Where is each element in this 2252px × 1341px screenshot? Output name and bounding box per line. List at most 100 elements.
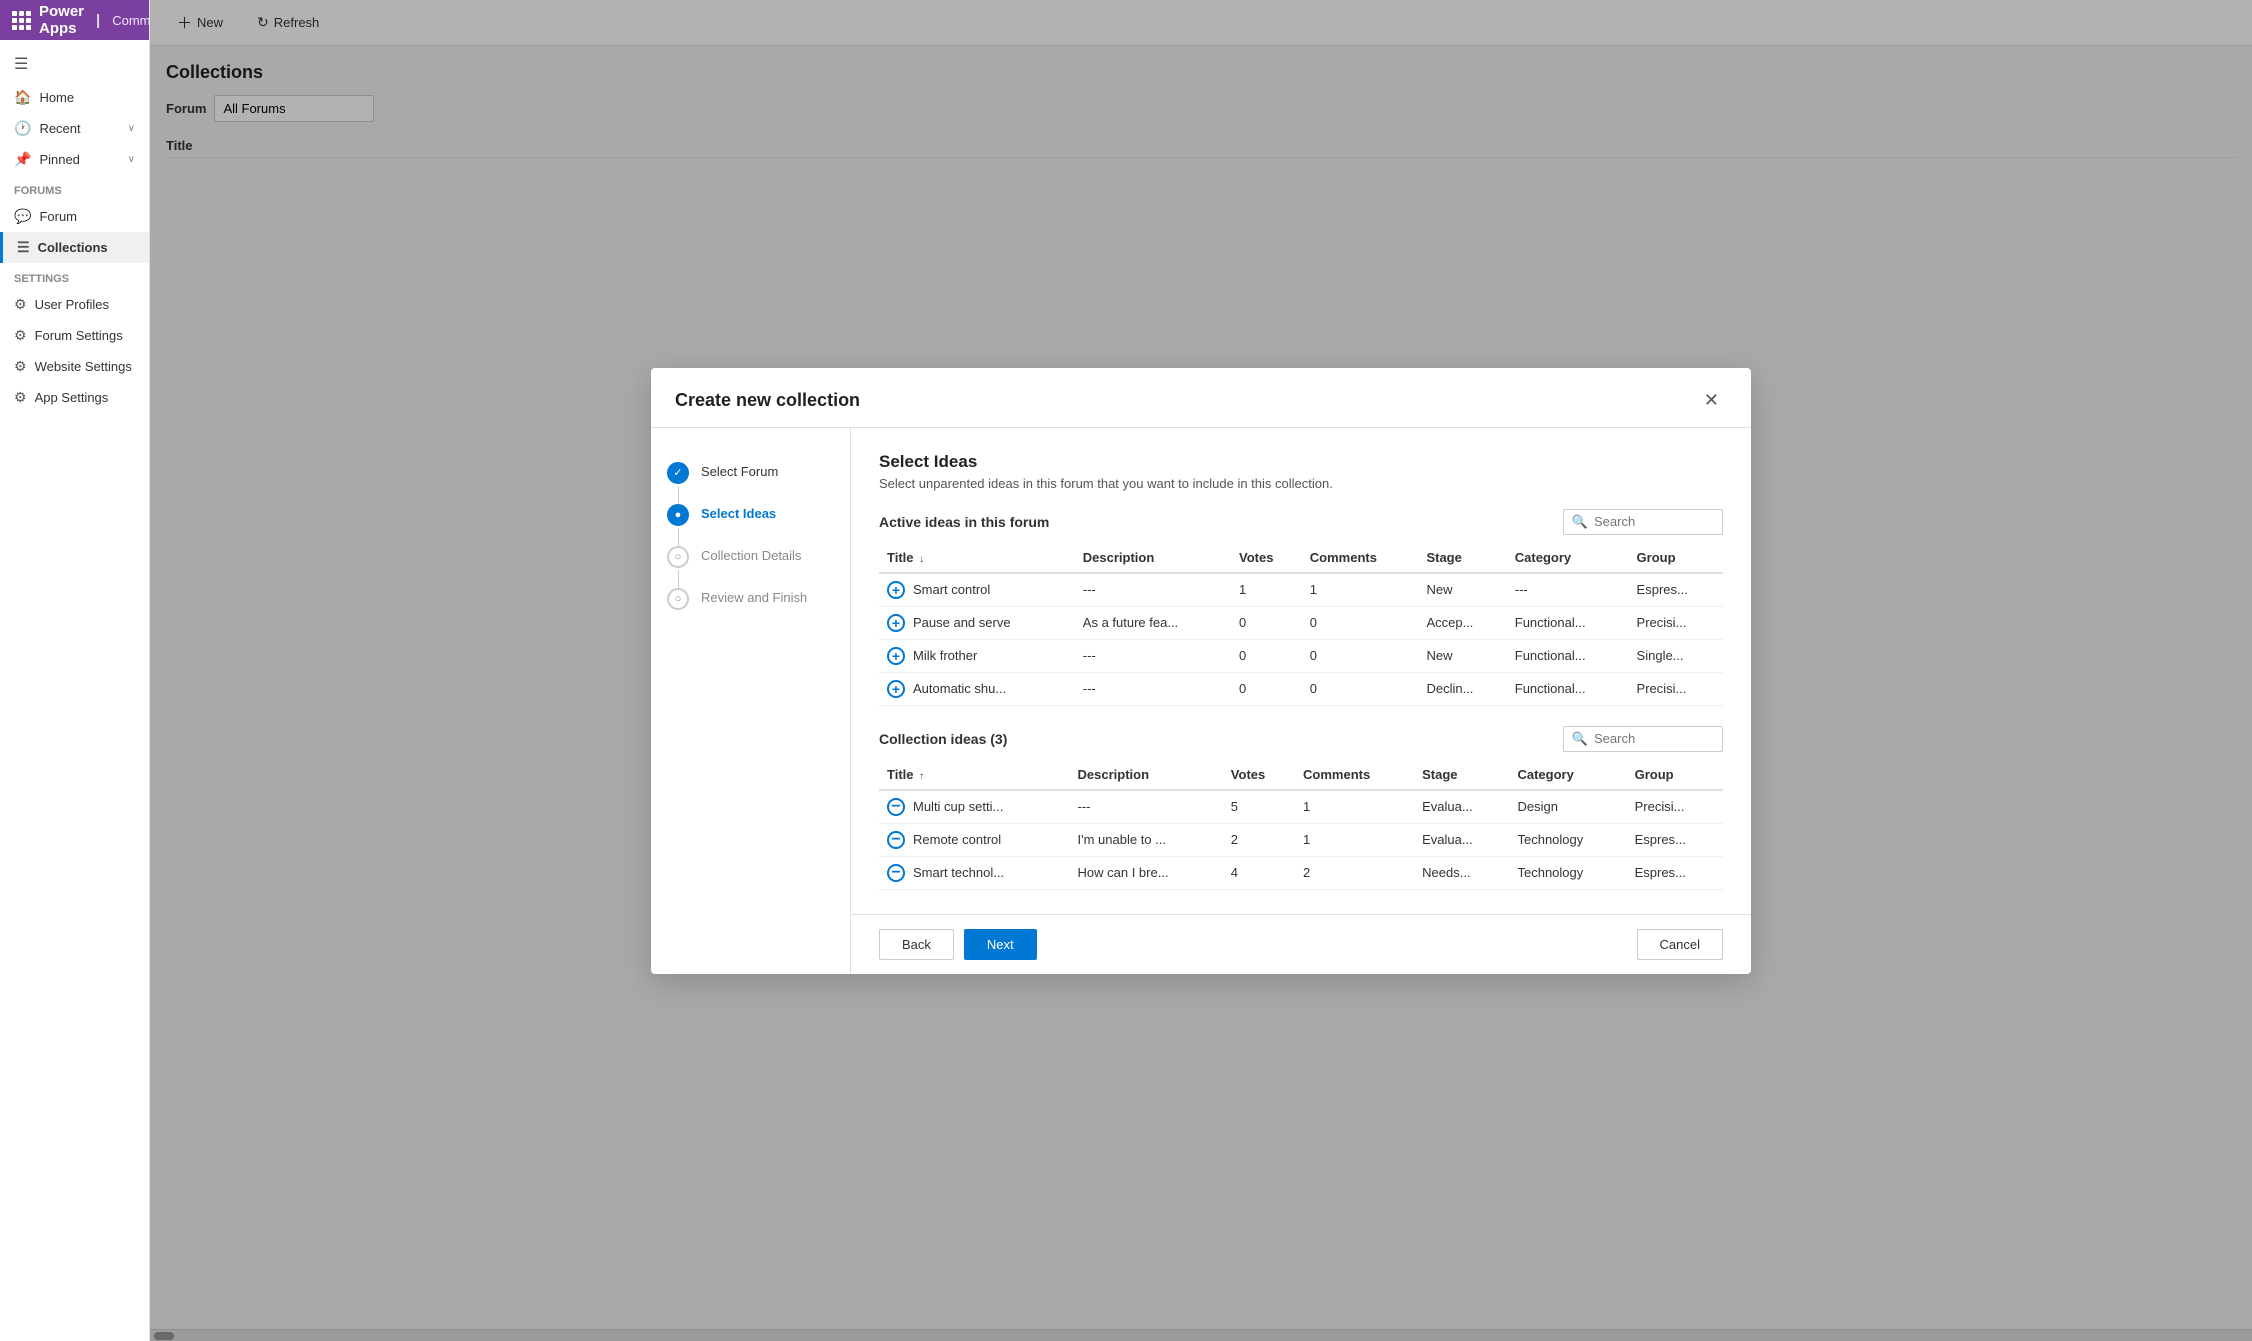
collection-idea-stage: Needs... — [1414, 856, 1509, 889]
active-idea-title-cell: + Automatic shu... — [879, 672, 1075, 705]
active-idea-title: Automatic shu... — [913, 681, 1006, 696]
forum-icon: 💬 — [14, 208, 31, 225]
step-collection-details: ○ Collection Details — [667, 536, 834, 578]
collection-title-sort-icon: ↑ — [919, 771, 924, 782]
collection-idea-title: Multi cup setti... — [913, 799, 1003, 814]
sidebar-item-recent-label: Recent — [39, 121, 80, 136]
collection-ideas-search-box[interactable]: 🔍 — [1563, 726, 1723, 752]
footer-left: Back Next — [879, 929, 1037, 960]
add-idea-icon[interactable]: + — [887, 680, 905, 698]
active-idea-votes: 0 — [1231, 672, 1302, 705]
sidebar-menu-toggle[interactable]: ☰ — [0, 46, 149, 82]
sidebar-item-pinned[interactable]: 📌 Pinned ∨ — [0, 144, 149, 175]
sidebar-item-forum[interactable]: 💬 Forum — [0, 201, 149, 232]
collection-ideas-label: Collection ideas (3) — [879, 731, 1007, 747]
active-idea-comments: 1 — [1302, 573, 1419, 607]
sidebar-item-app-settings[interactable]: ⚙ App Settings — [0, 382, 149, 413]
forum-settings-icon: ⚙ — [14, 327, 27, 344]
collection-idea-category: Technology — [1509, 823, 1626, 856]
collection-idea-row[interactable]: − Remote control I'm unable to ... 2 1 E… — [879, 823, 1723, 856]
step-details-circle: ○ — [667, 546, 689, 568]
step-forum-circle: ✓ — [667, 462, 689, 484]
section-divider — [879, 706, 1723, 726]
collection-idea-row[interactable]: − Multi cup setti... --- 5 1 Evalua... D… — [879, 790, 1723, 824]
active-ideas-header: Active ideas in this forum 🔍 — [879, 509, 1723, 535]
remove-idea-icon[interactable]: − — [887, 798, 905, 816]
user-profiles-icon: ⚙ — [14, 296, 27, 313]
remove-idea-icon[interactable]: − — [887, 864, 905, 882]
step-ideas-circle: ● — [667, 504, 689, 526]
add-idea-icon[interactable]: + — [887, 647, 905, 665]
collections-icon: ☰ — [17, 239, 30, 256]
sidebar-item-website-settings-label: Website Settings — [35, 359, 132, 374]
content-section-title: Select Ideas — [879, 452, 1723, 472]
sidebar-item-home-label: Home — [39, 90, 74, 105]
collection-ideas-header: Collection ideas (3) 🔍 — [879, 726, 1723, 752]
collection-idea-stage: Evalua... — [1414, 823, 1509, 856]
collection-table-header-row: Title ↑ Description Votes Comments Stage… — [879, 760, 1723, 790]
website-settings-icon: ⚙ — [14, 358, 27, 375]
active-ideas-label: Active ideas in this forum — [879, 514, 1049, 530]
active-idea-row[interactable]: + Pause and serve As a future fea... 0 0… — [879, 606, 1723, 639]
active-idea-title: Pause and serve — [913, 615, 1011, 630]
step-forum-label: Select Forum — [701, 462, 778, 479]
step-select-forum: ✓ Select Forum — [667, 452, 834, 494]
pinned-chevron-icon: ∨ — [128, 154, 135, 165]
active-idea-description: --- — [1075, 573, 1231, 607]
active-idea-comments: 0 — [1302, 639, 1419, 672]
active-idea-row[interactable]: + Automatic shu... --- 0 0 Declin... Fun… — [879, 672, 1723, 705]
collection-idea-category: Design — [1509, 790, 1626, 824]
add-idea-icon[interactable]: + — [887, 581, 905, 599]
modal-header: Create new collection ✕ — [651, 368, 1751, 428]
step-details-label: Collection Details — [701, 546, 801, 563]
active-idea-stage: Declin... — [1418, 672, 1506, 705]
collection-idea-row[interactable]: − Smart technol... How can I bre... 4 2 … — [879, 856, 1723, 889]
sidebar-item-app-settings-label: App Settings — [35, 390, 109, 405]
collection-idea-comments: 2 — [1295, 856, 1414, 889]
active-ideas-search-box[interactable]: 🔍 — [1563, 509, 1723, 535]
modal-close-button[interactable]: ✕ — [1696, 386, 1727, 415]
collection-idea-votes: 5 — [1223, 790, 1295, 824]
remove-idea-icon[interactable]: − — [887, 831, 905, 849]
sidebar-nav: ☰ 🏠 Home 🕐 Recent ∨ 📌 Pinned ∨ Forums 💬 … — [0, 40, 149, 1341]
collection-ideas-table: Title ↑ Description Votes Comments Stage… — [879, 760, 1723, 890]
active-idea-description: --- — [1075, 639, 1231, 672]
active-idea-row[interactable]: + Milk frother --- 0 0 New Functional...… — [879, 639, 1723, 672]
sidebar-item-recent[interactable]: 🕐 Recent ∨ — [0, 113, 149, 144]
active-idea-category: --- — [1507, 573, 1629, 607]
active-ideas-table: Title ↓ Description Votes Comments Stage… — [879, 543, 1723, 706]
main-area: ＋ New ↻ Refresh Collections Forum Title … — [150, 0, 2252, 1341]
content-section-subtitle: Select unparented ideas in this forum th… — [879, 476, 1723, 491]
collection-idea-title-cell: − Remote control — [879, 823, 1070, 856]
active-idea-category: Functional... — [1507, 672, 1629, 705]
collection-idea-title: Remote control — [913, 832, 1001, 847]
active-idea-category: Functional... — [1507, 606, 1629, 639]
sidebar-item-collections[interactable]: ☰ Collections — [0, 232, 149, 263]
active-idea-stage: New — [1418, 639, 1506, 672]
active-th-category: Category — [1507, 543, 1629, 573]
collection-ideas-search-input[interactable] — [1594, 731, 1714, 746]
active-ideas-search-input[interactable] — [1594, 514, 1714, 529]
next-button[interactable]: Next — [964, 929, 1037, 960]
app-settings-icon: ⚙ — [14, 389, 27, 406]
sidebar-item-website-settings[interactable]: ⚙ Website Settings — [0, 351, 149, 382]
step-review-label: Review and Finish — [701, 588, 807, 605]
sidebar-item-user-profiles[interactable]: ⚙ User Profiles — [0, 289, 149, 320]
collection-idea-description: --- — [1070, 790, 1223, 824]
collection-idea-votes: 4 — [1223, 856, 1295, 889]
active-idea-stage: New — [1418, 573, 1506, 607]
active-idea-row[interactable]: + Smart control --- 1 1 New --- Espres..… — [879, 573, 1723, 607]
collection-th-comments: Comments — [1295, 760, 1414, 790]
collection-idea-title-cell: − Smart technol... — [879, 856, 1070, 889]
collection-th-category: Category — [1509, 760, 1626, 790]
collection-idea-category: Technology — [1509, 856, 1626, 889]
collection-idea-comments: 1 — [1295, 823, 1414, 856]
add-idea-icon[interactable]: + — [887, 614, 905, 632]
sidebar-item-home[interactable]: 🏠 Home — [0, 82, 149, 113]
modal-footer: Back Next Cancel — [851, 914, 1751, 974]
cancel-button[interactable]: Cancel — [1637, 929, 1723, 960]
step-review-finish: ○ Review and Finish — [667, 578, 834, 620]
sidebar-item-forum-settings[interactable]: ⚙ Forum Settings — [0, 320, 149, 351]
active-th-title: Title ↓ — [879, 543, 1075, 573]
back-button[interactable]: Back — [879, 929, 954, 960]
